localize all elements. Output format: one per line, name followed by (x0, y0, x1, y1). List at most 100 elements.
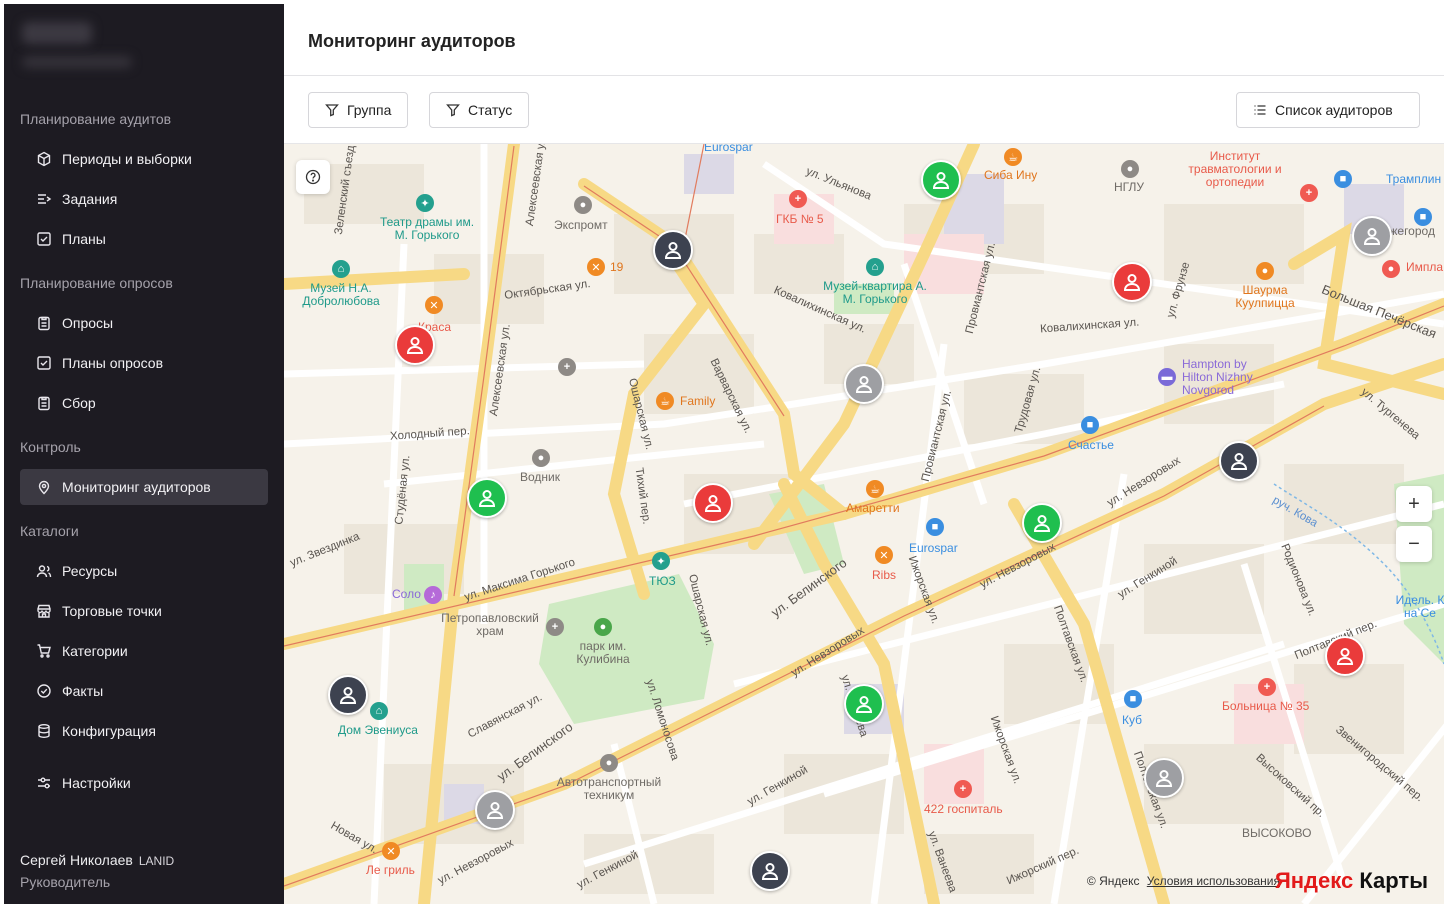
auditor-pin[interactable] (1219, 441, 1259, 481)
auditor-pin[interactable] (750, 851, 790, 891)
sidebar-item-configuration[interactable]: Конфигурация (20, 713, 268, 749)
auditor-pin[interactable] (1144, 758, 1184, 798)
place-label: 422 госпиталь (924, 802, 1003, 816)
auditor-pin[interactable] (395, 325, 435, 365)
section-title-audit-planning: Планирование аудитов (20, 111, 172, 127)
building-icon[interactable]: ● (574, 196, 592, 214)
list-arrow-icon (38, 194, 52, 204)
sidebar-item-plans[interactable]: Планы (20, 221, 268, 257)
music-icon[interactable]: ♪ (424, 586, 442, 604)
sidebar-item-survey-plans[interactable]: Планы опросов (20, 345, 268, 381)
stadium-icon[interactable]: ● (532, 449, 550, 467)
auditor-pin[interactable] (467, 478, 507, 518)
database-icon (38, 724, 50, 739)
place-label: Автотранспортный техникум (556, 775, 662, 802)
fastfood-icon[interactable]: ● (1256, 262, 1274, 280)
restaurant-icon[interactable]: ✕ (425, 296, 443, 314)
museum-icon[interactable]: ⌂ (332, 260, 350, 278)
restaurant-icon[interactable]: ✕ (587, 258, 605, 276)
hospital-icon[interactable]: + (954, 780, 972, 798)
auditor-pin[interactable] (328, 675, 368, 715)
park-icon[interactable]: ● (594, 618, 612, 636)
restaurant-icon[interactable]: ✕ (875, 546, 893, 564)
clipboard-icon (38, 316, 50, 331)
section-title-control: Контроль (20, 439, 81, 455)
church-icon[interactable]: + (558, 358, 576, 376)
user-icon (478, 490, 496, 507)
hospital-icon[interactable]: + (1300, 184, 1318, 202)
sidebar-item-facts[interactable]: Факты (20, 673, 268, 709)
filter-icon (446, 104, 460, 117)
map-help-button[interactable] (296, 160, 330, 194)
filter-icon (325, 104, 339, 117)
zoom-out-button[interactable]: − (1396, 526, 1432, 562)
user-icon (486, 802, 504, 819)
app-logo[interactable] (18, 16, 138, 74)
sidebar-item-settings[interactable]: Настройки (20, 765, 268, 801)
map-base-layer (284, 144, 1444, 904)
church-icon[interactable]: + (546, 618, 564, 636)
auditor-pin[interactable] (844, 684, 884, 724)
sidebar-item-collection[interactable]: Сбор (20, 385, 268, 421)
sidebar-item-auditor-monitoring[interactable]: Мониторинг аудиторов (20, 469, 268, 505)
sidebar-item-retail-outlets[interactable]: Торговые точки (20, 593, 268, 629)
auditor-pin[interactable] (844, 364, 884, 404)
place-label: ВЫСОКОВО (1242, 826, 1312, 840)
cafe-icon[interactable]: ☕ (656, 392, 674, 410)
place-label: Амаретти (846, 501, 900, 515)
place-label: Ribs (872, 568, 897, 582)
page-header: Мониторинг аудиторов (284, 4, 1444, 76)
college-icon[interactable]: ● (600, 754, 618, 772)
theater-icon[interactable]: ✦ (652, 552, 670, 570)
yandex-maps-logo[interactable]: Яндекс Карты (1275, 868, 1428, 894)
auditor-pin[interactable] (1325, 636, 1365, 676)
tram-stop-icon[interactable]: ■ (1334, 170, 1352, 188)
group-filter-button[interactable]: Группа (308, 92, 409, 128)
list-icon (1254, 105, 1266, 115)
auditor-pin[interactable] (1022, 503, 1062, 543)
theater-icon[interactable]: ✦ (416, 194, 434, 212)
auditor-pin[interactable] (653, 230, 693, 270)
auditor-pin[interactable] (475, 790, 515, 830)
auditor-list-button[interactable]: Список аудиторов (1236, 92, 1420, 128)
zoom-in-button[interactable]: + (1396, 486, 1432, 522)
cafe-icon[interactable]: ☕ (866, 480, 884, 498)
user-icon (704, 495, 722, 512)
clipboard-icon (38, 396, 50, 411)
sidebar-item-resources[interactable]: Ресурсы (20, 553, 268, 589)
map-attribution: © Яндекс Условия использования (1086, 874, 1280, 888)
place-label: Family (680, 394, 716, 408)
terms-link[interactable]: Условия использования (1147, 874, 1280, 888)
sidebar-item-periods[interactable]: Периоды и выборки (20, 141, 268, 177)
hospital-icon[interactable]: + (789, 190, 807, 208)
sidebar-item-surveys[interactable]: Опросы (20, 305, 268, 341)
museum-icon[interactable]: ⌂ (866, 258, 884, 276)
sidebar-item-categories[interactable]: Категории (20, 633, 268, 669)
museum-icon[interactable]: ⌂ (370, 702, 388, 720)
user-icon (855, 376, 873, 393)
sidebar-item-tasks[interactable]: Задания (20, 181, 268, 217)
hotel-icon[interactable]: ▬ (1158, 368, 1176, 386)
supermarket-icon[interactable]: ■ (926, 518, 944, 536)
user-icon (664, 242, 682, 259)
place-label: НГЛУ (1114, 180, 1144, 194)
university-icon[interactable]: ● (1121, 160, 1139, 178)
map-view[interactable]: ✦ ● ✕ + ☕ ● + ⌂ ⌂ ✕ ● ▬ ☕ ■ + ● ☕ ■ ✕ ✦ … (284, 144, 1444, 904)
question-icon (305, 169, 321, 185)
user-icon (406, 337, 424, 354)
shopping-icon[interactable]: ■ (1124, 690, 1142, 708)
place-label: Импла (1406, 260, 1444, 274)
auditor-pin[interactable] (1352, 216, 1392, 256)
restaurant-icon[interactable]: ✕ (382, 842, 400, 860)
user-name[interactable]: Сергей Николаев LANID (20, 852, 174, 868)
hospital-icon[interactable]: + (1258, 678, 1276, 696)
place-label: ТЮЗ (649, 574, 676, 588)
dental-icon[interactable]: ● (1382, 260, 1400, 278)
cafe-icon[interactable]: ☕ (1004, 148, 1022, 166)
auditor-pin[interactable] (921, 160, 961, 200)
status-filter-button[interactable]: Статус (429, 92, 530, 128)
auditor-pin[interactable] (1112, 262, 1152, 302)
place-label: Петропавловский храм (441, 611, 539, 638)
shopping-icon[interactable]: ■ (1081, 416, 1099, 434)
auditor-pin[interactable] (693, 483, 733, 523)
